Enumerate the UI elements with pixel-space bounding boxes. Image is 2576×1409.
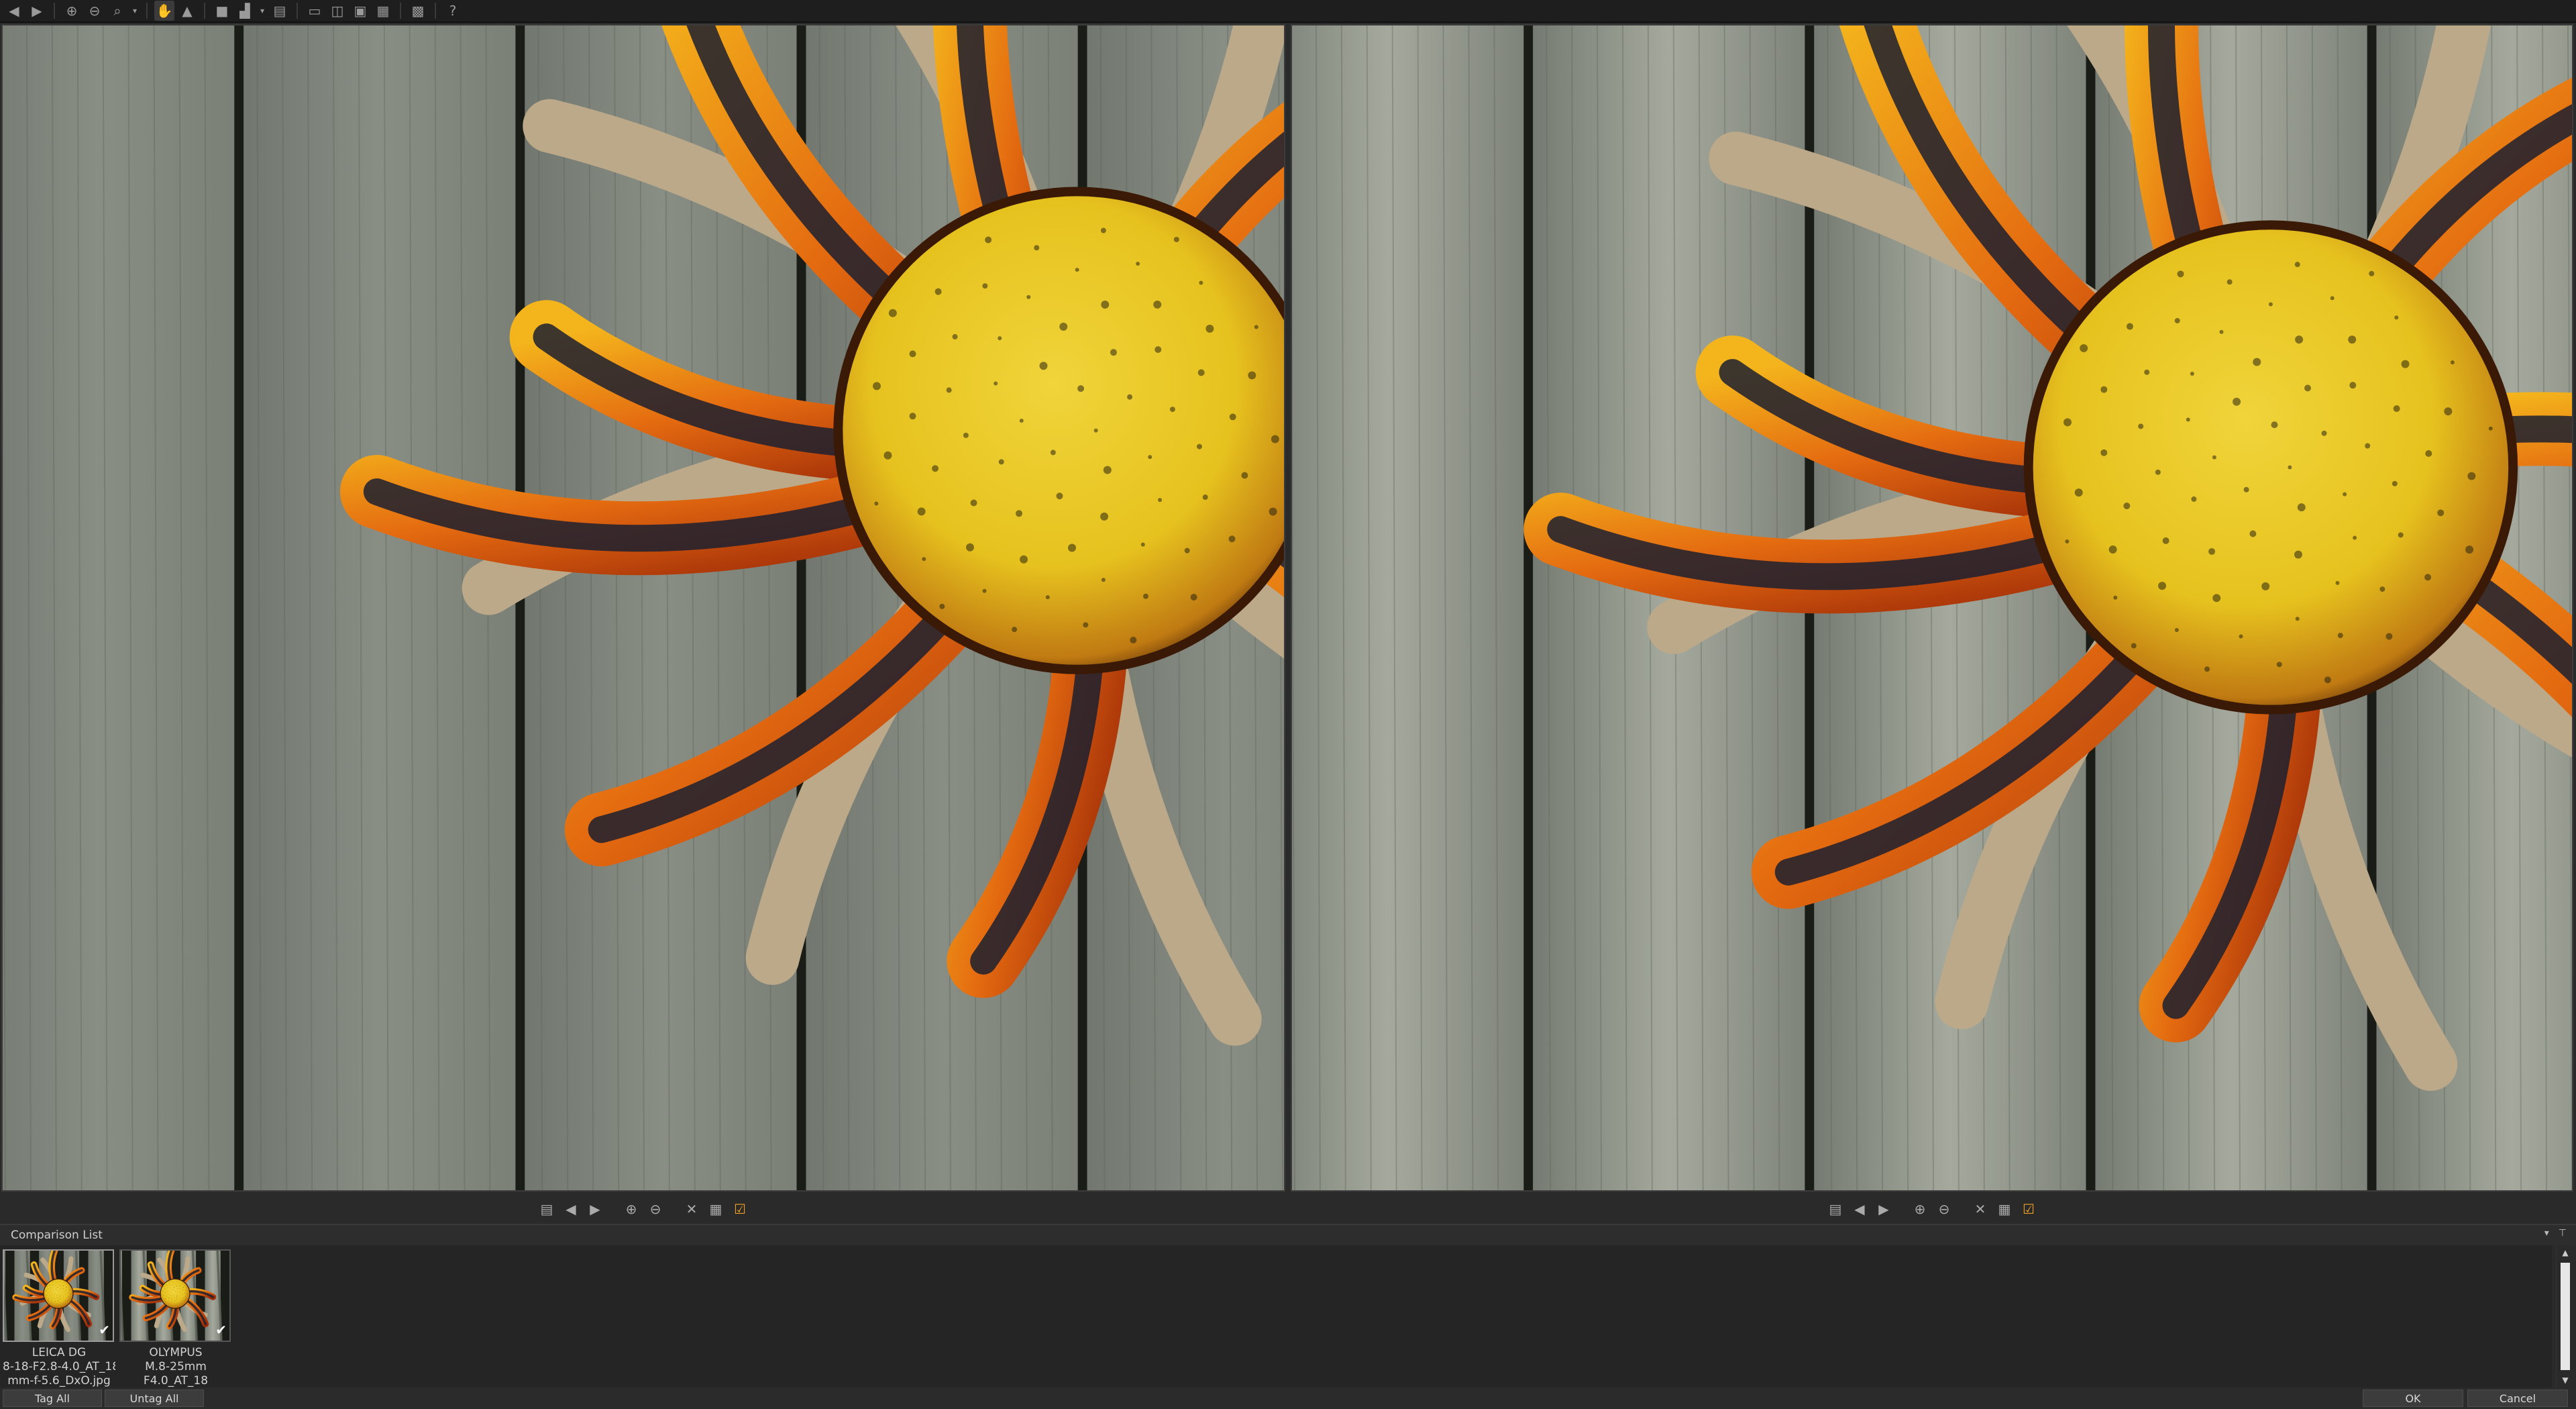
help-icon[interactable]: ?	[443, 1, 463, 21]
prev-image-icon[interactable]: ◀	[561, 1200, 580, 1218]
toolbar-separator	[297, 3, 298, 19]
layout-1-icon[interactable]: ▭	[305, 1, 325, 21]
thumbnail-caption-line: LEICA DG	[32, 1346, 87, 1359]
comparison-list-title: Comparison List	[11, 1229, 103, 1242]
warning-icon[interactable]: ▲	[177, 1, 197, 21]
single-view-icon[interactable]: ■	[212, 1, 232, 21]
zoom-in-icon[interactable]: ⊕	[62, 1, 82, 21]
zoom-menu-icon[interactable]: ⌕	[107, 1, 127, 21]
next-image-icon[interactable]: ▶	[586, 1200, 604, 1218]
stack-icon[interactable]: ▤	[270, 1, 290, 21]
thumbnail-caption: OLYMPUS M.8-25mm F4.0_AT_18	[119, 1346, 232, 1388]
tag-all-button[interactable]: Tag All	[3, 1390, 102, 1407]
left-image-viewer[interactable]	[1, 24, 1285, 1192]
hand-tool-icon[interactable]: ✋	[154, 1, 174, 21]
comparison-list: ✔ LEICA DG 8-18-F2.8-4.0_AT_18 mm-f-5.6_…	[0, 1245, 2552, 1388]
back-icon[interactable]: ◀	[4, 1, 24, 21]
thumbnail-caption-line: M.8-25mm	[145, 1360, 207, 1373]
zoom-in-icon[interactable]: ⊕	[622, 1200, 641, 1218]
thumbnail-frame: ✔	[3, 1249, 114, 1342]
thumbnail-caption-line: mm-f-5.6_DxO.jpg	[7, 1374, 111, 1388]
tag-icon[interactable]: ☑	[731, 1200, 749, 1218]
sun-thumbnail-image	[4, 1251, 113, 1341]
pin-icon[interactable]: ⊤	[2559, 1228, 2567, 1239]
zoom-in-icon[interactable]: ⊕	[1911, 1200, 1929, 1218]
comparison-list-scrollbar[interactable]: ▲ ▼	[2556, 1245, 2573, 1388]
untag-all-button[interactable]: Untag All	[105, 1390, 204, 1407]
grid-icon[interactable]: ▩	[408, 1, 428, 21]
sun-thumbnail-image	[121, 1251, 229, 1341]
ok-button[interactable]: OK	[2363, 1390, 2463, 1407]
toolbar-separator	[400, 3, 401, 19]
thumbnail-olympus[interactable]: ✔ OLYMPUS M.8-25mm F4.0_AT_18	[119, 1249, 232, 1388]
bottom-button-bar: Tag All Untag All OK Cancel	[0, 1388, 2576, 1409]
remove-icon[interactable]: ✕	[682, 1200, 701, 1218]
main-toolbar: ◀ ▶ ⊕ ⊖ ⌕ ▾ ✋ ▲ ■ ▟ ▾ ▤ ▭ ◫ ▣ ▦ ▩?	[0, 0, 2576, 23]
remove-icon[interactable]: ✕	[1971, 1200, 1990, 1218]
grid-view-icon[interactable]: ▦	[1995, 1200, 2014, 1218]
toolbar-separator	[146, 3, 148, 19]
thumbnail-caption-line: F4.0_AT_18	[143, 1374, 209, 1388]
layout-4-icon[interactable]: ▦	[373, 1, 393, 21]
toolbar-separator	[54, 3, 55, 19]
layout-2-icon[interactable]: ◫	[327, 1, 347, 21]
check-icon: ✔	[215, 1322, 227, 1338]
comparison-list-header: Comparison List ▾ ⊤	[0, 1225, 2576, 1245]
next-image-icon[interactable]: ▶	[1874, 1200, 1893, 1218]
tag-icon[interactable]: ☑	[2019, 1200, 2038, 1218]
left-image	[3, 25, 1284, 1190]
dropdown-caret-icon[interactable]: ▾	[258, 6, 267, 15]
right-image-viewer[interactable]	[1291, 24, 2573, 1192]
cancel-button[interactable]: Cancel	[2467, 1390, 2568, 1407]
zoom-out-icon[interactable]: ⊖	[646, 1200, 665, 1218]
zoom-out-icon[interactable]: ⊖	[1935, 1200, 1953, 1218]
scrollbar-thumb[interactable]	[2561, 1263, 2570, 1370]
thumbnail-caption-line: OLYMPUS	[149, 1346, 203, 1359]
collapse-menu-icon[interactable]: ▾	[2544, 1228, 2549, 1239]
scroll-up-icon[interactable]: ▲	[2557, 1245, 2574, 1260]
thumbnail-caption-line: 8-18-F2.8-4.0_AT_18	[3, 1360, 115, 1373]
save-icon[interactable]: ▤	[1826, 1200, 1845, 1218]
dropdown-caret-icon[interactable]: ▾	[130, 6, 140, 15]
toolbar-separator	[204, 3, 205, 19]
left-pane-toolbar: ▤ ◀ ▶ ⊕ ⊖ ✕ ▦ ☑	[0, 1196, 1287, 1222]
prev-image-icon[interactable]: ◀	[1850, 1200, 1869, 1218]
scroll-down-icon[interactable]: ▼	[2557, 1373, 2574, 1388]
thumbnail-leica[interactable]: ✔ LEICA DG 8-18-F2.8-4.0_AT_18 mm-f-5.6_…	[3, 1249, 115, 1388]
check-icon: ✔	[99, 1322, 110, 1338]
right-pane-toolbar: ▤ ◀ ▶ ⊕ ⊖ ✕ ▦ ☑	[1288, 1196, 2576, 1222]
grid-view-icon[interactable]: ▦	[706, 1200, 725, 1218]
layout-3-icon[interactable]: ▣	[350, 1, 370, 21]
zoom-out-icon[interactable]: ⊖	[85, 1, 105, 21]
right-image	[1292, 25, 2572, 1190]
save-icon[interactable]: ▤	[537, 1200, 556, 1218]
toolbar-separator	[435, 3, 436, 19]
thumbnail-frame: ✔	[119, 1249, 231, 1342]
thumbnail-caption: LEICA DG 8-18-F2.8-4.0_AT_18 mm-f-5.6_Dx…	[3, 1346, 115, 1388]
histogram-icon[interactable]: ▟	[235, 1, 255, 21]
forward-icon[interactable]: ▶	[27, 1, 47, 21]
